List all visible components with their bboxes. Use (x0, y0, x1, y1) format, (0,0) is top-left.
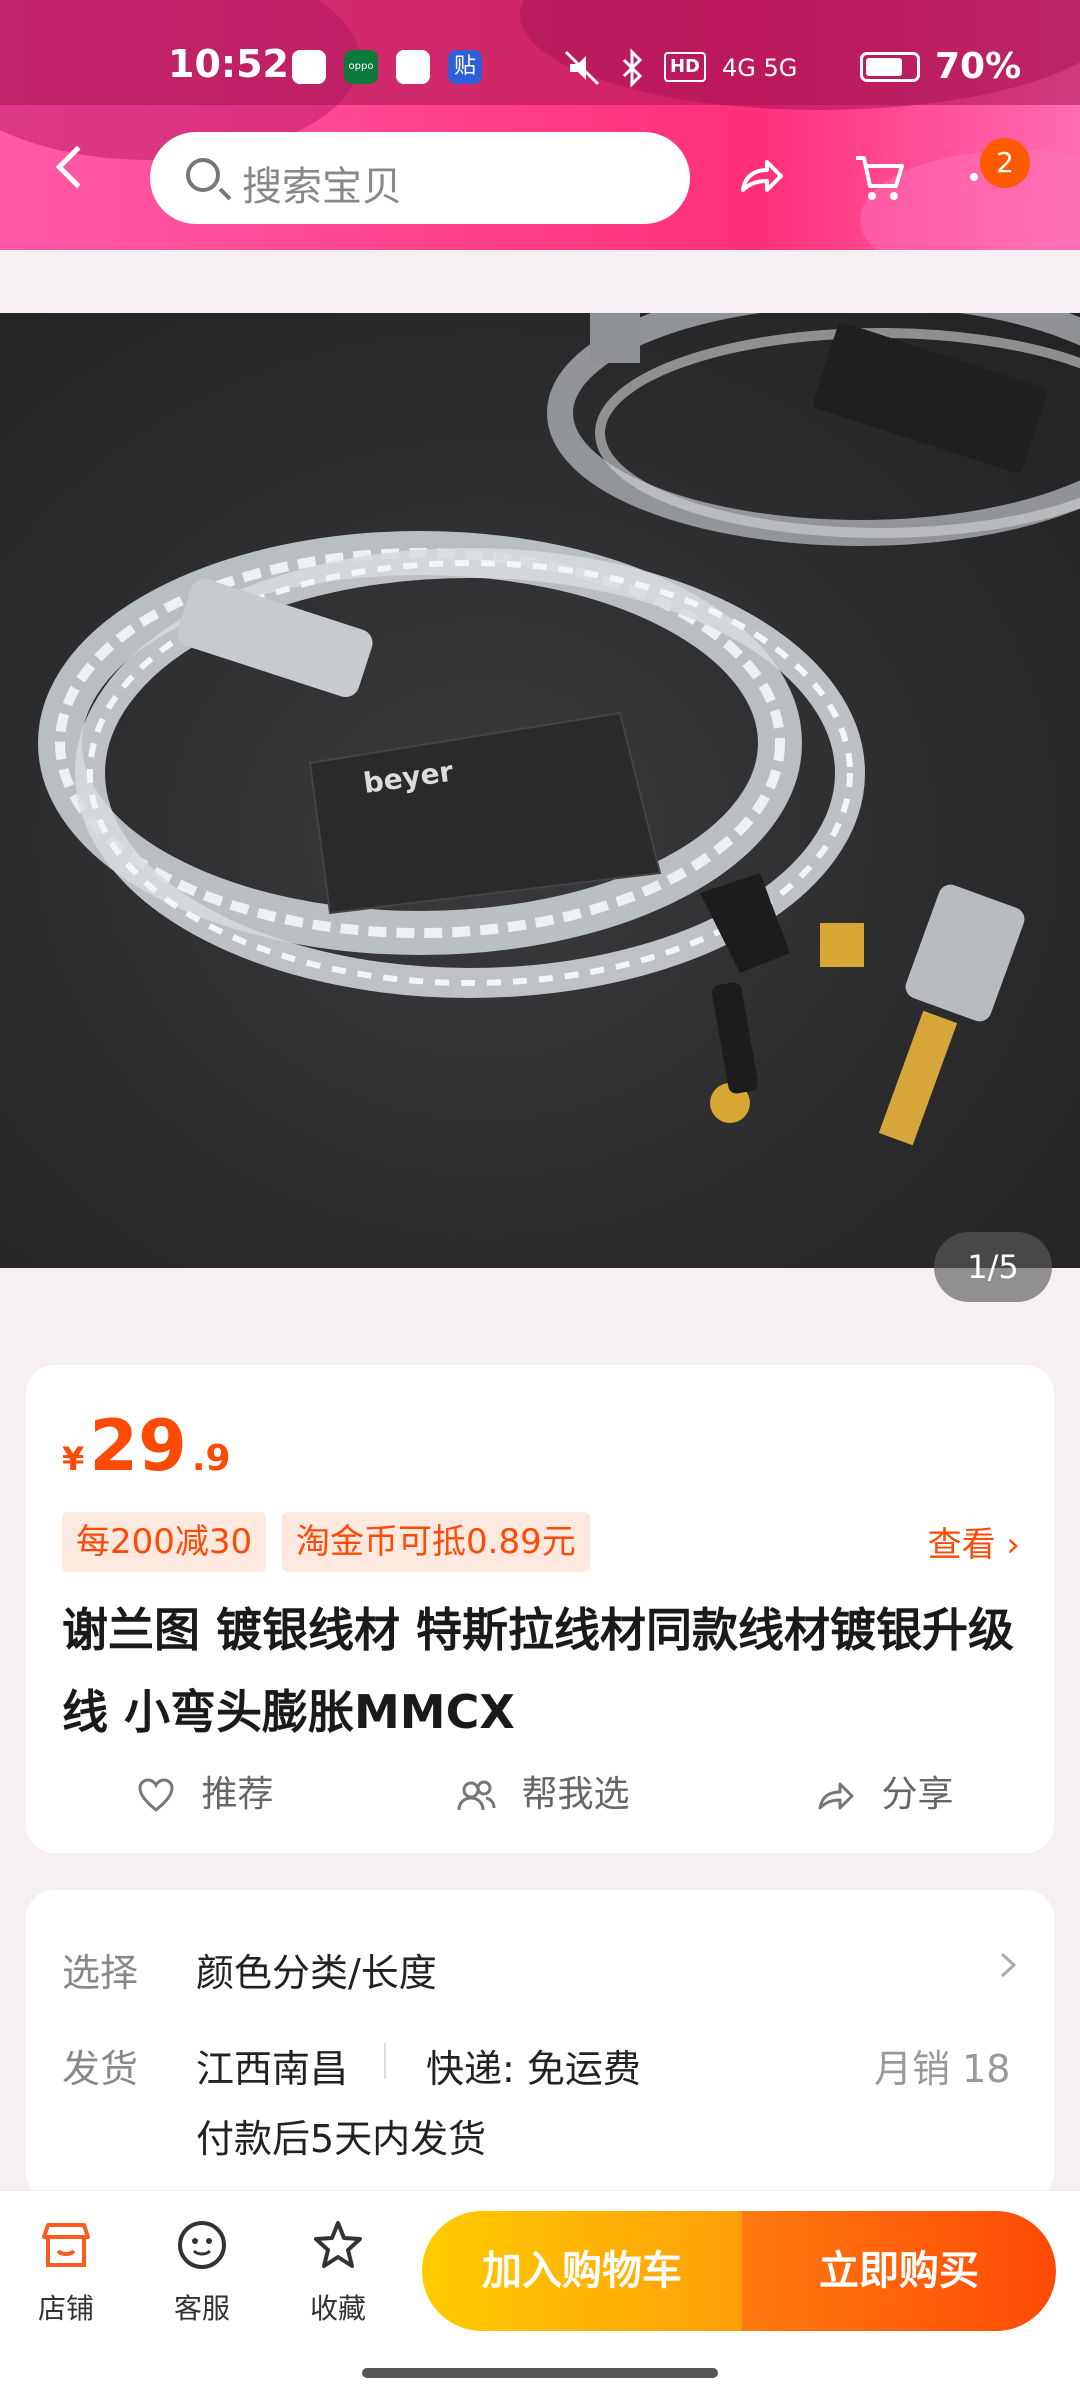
share-icon (818, 1782, 854, 1810)
app-notification-icon (292, 50, 326, 84)
promo-tag-coins[interactable]: 淘金币可抵0.89元 (282, 1512, 590, 1572)
favorite-tab[interactable]: 收藏 (288, 2217, 388, 2327)
product-image[interactable]: beyer (0, 313, 1080, 1268)
search-input[interactable]: 搜索宝贝 (150, 132, 690, 224)
share-icon[interactable] (735, 150, 789, 204)
recommend-button[interactable]: 推荐 (136, 1750, 273, 1840)
ship-method: 快递: 免运费 (426, 2047, 641, 2091)
battery-icon (860, 52, 920, 82)
people-icon (457, 1780, 496, 1811)
ship-label: 发货 (62, 2047, 139, 2091)
tie-app-icon: 贴 (448, 50, 482, 84)
help-choose-button[interactable]: 帮我选 (456, 1750, 629, 1840)
price: ¥ 29 .9 (62, 1405, 231, 1487)
monthly-sales: 月销 18 (874, 2047, 1011, 2091)
product-title: 谢兰图 镀银线材 特斯拉线材同款线材镀银升级线 小弯头膨胀MMCX (62, 1603, 1015, 1739)
search-placeholder: 搜索宝贝 (242, 164, 402, 210)
status-bar (0, 0, 1080, 105)
store-icon (42, 2223, 90, 2267)
service-label: 客服 (173, 2292, 230, 2325)
ship-time: 付款后5天内发货 (196, 2117, 487, 2161)
recommend-label: 推荐 (201, 1774, 274, 1815)
price-decimal: .9 (191, 1438, 231, 1479)
home-indicator[interactable] (362, 2368, 718, 2378)
favorite-label: 收藏 (309, 2292, 366, 2325)
battery-level: 70% (935, 46, 1022, 87)
product-info-card: ¥ 29 .9 每200减30 淘金币可抵0.89元 查看 › 谢兰图 镀银线材… (26, 1365, 1054, 1853)
view-promotions-link[interactable]: 查看 › (928, 1517, 1020, 1566)
bluetooth-icon (622, 48, 643, 88)
search-icon (186, 158, 220, 192)
chevron-right-icon[interactable] (998, 1950, 1018, 1980)
share-button[interactable]: 分享 (816, 1750, 953, 1840)
heart-icon (138, 1778, 174, 1812)
hd-icon: HD (664, 52, 706, 82)
oppo-app-icon: oppo (344, 50, 378, 84)
cart-icon[interactable] (852, 150, 906, 204)
add-to-cart-button[interactable]: 加入购物车 (422, 2211, 742, 2331)
price-currency: ¥ (62, 1440, 85, 1478)
star-icon (314, 2221, 362, 2268)
app-notification-icon (396, 50, 430, 84)
product-actions: 推荐 帮我选 分享 (26, 1750, 1054, 1840)
cable-illustration: beyer (38, 313, 1080, 1146)
service-tab[interactable]: 客服 (152, 2217, 252, 2327)
buy-now-button[interactable]: 立即购买 (742, 2211, 1056, 2331)
store-tab[interactable]: 店铺 (16, 2217, 116, 2327)
promo-tag-discount[interactable]: 每200减30 (62, 1512, 267, 1572)
share-label: 分享 (881, 1774, 954, 1815)
store-label: 店铺 (37, 2292, 94, 2325)
help-choose-label: 帮我选 (521, 1774, 630, 1815)
chat-face-icon (178, 2221, 226, 2269)
network-label: 4G 5G (722, 54, 798, 82)
divider (384, 2043, 386, 2079)
mute-icon (564, 50, 600, 86)
cart-badge: 2 (980, 138, 1030, 188)
purchase-buttons: 加入购物车 立即购买 (422, 2211, 1056, 2331)
top-header: 10:52 oppo 贴 HD 4G 5G 70% 搜索宝贝 2 (0, 0, 1080, 250)
gallery-pager: 1/5 (934, 1232, 1052, 1302)
status-time: 10:52 (168, 42, 289, 86)
price-integer: 29 (89, 1405, 187, 1487)
ship-origin: 江西南昌 (196, 2047, 349, 2091)
choose-label: 选择 (62, 1951, 139, 1995)
choose-value[interactable]: 颜色分类/长度 (196, 1942, 437, 1997)
